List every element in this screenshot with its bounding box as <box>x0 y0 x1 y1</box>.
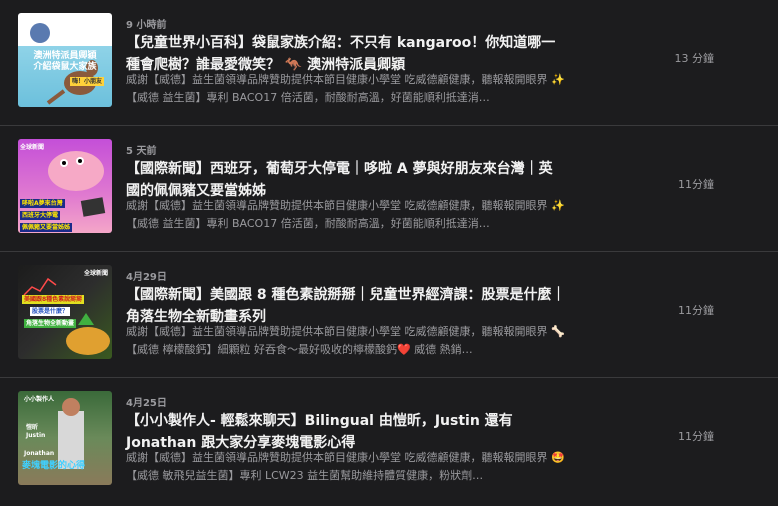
thumb-caption: 介紹袋鼠大家族 <box>33 62 97 72</box>
thumb-badge: 嗨！小朋友 <box>70 77 105 86</box>
episode-description: 威謝【威德】益生菌領導品牌贊助提供本節目健康小學堂 吃威德顧健康，聽報報開眼界 … <box>126 199 565 230</box>
episode-thumbnail[interactable]: 小小製作人 愷昕 Justin Jonathan 麥塊電影的心得 <box>18 391 112 485</box>
episode-row[interactable]: 小小製作人 愷昕 Justin Jonathan 麥塊電影的心得 4月25日 【… <box>0 378 778 506</box>
thumb-caption: 麥塊電影的心得 <box>22 461 86 471</box>
episode-list: 澳洲特派員卿穎 介紹袋鼠大家族 嗨！小朋友 9 小時前 【兒童世界小百科】袋鼠家… <box>0 0 778 506</box>
thumb-caption: 美國跟8種色素說掰掰 <box>22 295 85 304</box>
episode-duration: 11分鐘 <box>678 430 714 443</box>
episode-thumbnail[interactable]: 全球新聞 哆啦A夢來台灣 西班牙大停電 佩佩豬又要當姊姊 <box>18 139 112 233</box>
thumb-caption: 股票是什麼？ <box>30 307 71 316</box>
episode-thumbnail[interactable]: 全球新聞 美國跟8種色素說掰掰 股票是什麼？ 角落生物全新動畫 <box>18 265 112 359</box>
episode-date: 9 小時前 <box>126 20 167 31</box>
thumb-caption: 佩佩豬又要當姊姊 <box>20 223 73 232</box>
episode-duration: 11分鐘 <box>678 304 714 317</box>
thumb-caption: Jonathan <box>24 450 55 457</box>
episode-title[interactable]: 【國際新聞】美國跟 8 種色素說掰掰｜兒童世界經濟課：股票是什麼｜角落生物全新動… <box>126 284 566 328</box>
episode-date: 4月25日 <box>126 398 167 409</box>
thumb-caption: 澳洲特派員卿穎 <box>33 51 97 61</box>
episode-row[interactable]: 澳洲特派員卿穎 介紹袋鼠大家族 嗨！小朋友 9 小時前 【兒童世界小百科】袋鼠家… <box>0 0 778 126</box>
episode-description: 威謝【威德】益生菌領導品牌贊助提供本節目健康小學堂 吃威德顧健康，聽報報開眼界 … <box>126 73 565 104</box>
thumb-caption: 小小製作人 <box>24 396 55 403</box>
thumb-caption: 全球新聞 <box>20 144 45 151</box>
thumb-caption: Justin <box>26 432 46 439</box>
episode-description: 威謝【威德】益生菌領導品牌贊助提供本節目健康小學堂 吃威德顧健康，聽報報開眼界 … <box>126 325 565 356</box>
episode-title[interactable]: 【兒童世界小百科】袋鼠家族介紹：不只有 kangaroo！你知道哪一種會爬樹？誰… <box>126 32 566 76</box>
thumb-caption: 角落生物全新動畫 <box>24 319 77 328</box>
episode-title[interactable]: 【國際新聞】西班牙，葡萄牙大停電｜哆啦 A 夢與好朋友來台灣｜英國的佩佩豬又要當… <box>126 158 566 202</box>
episode-row[interactable]: 全球新聞 哆啦A夢來台灣 西班牙大停電 佩佩豬又要當姊姊 5 天前 【國際新聞】… <box>0 126 778 252</box>
episode-duration: 13 分鐘 <box>674 52 715 65</box>
episode-row[interactable]: 全球新聞 美國跟8種色素說掰掰 股票是什麼？ 角落生物全新動畫 4月29日 【國… <box>0 252 778 378</box>
episode-duration: 11分鐘 <box>678 178 714 191</box>
episode-title[interactable]: 【小小製作人- 輕鬆來聊天】Bilingual 由愷昕，Justin 還有 Jo… <box>126 410 566 454</box>
thumb-caption: 西班牙大停電 <box>20 211 61 220</box>
thumb-caption: 哆啦A夢來台灣 <box>20 199 65 208</box>
episode-date: 5 天前 <box>126 146 157 157</box>
episode-thumbnail[interactable]: 澳洲特派員卿穎 介紹袋鼠大家族 嗨！小朋友 <box>18 13 112 107</box>
episode-description: 威謝【威德】益生菌領導品牌贊助提供本節目健康小學堂 吃威德顧健康，聽報報開眼界 … <box>126 451 565 482</box>
thumb-caption: 全球新聞 <box>84 270 109 277</box>
episode-date: 4月29日 <box>126 272 167 283</box>
